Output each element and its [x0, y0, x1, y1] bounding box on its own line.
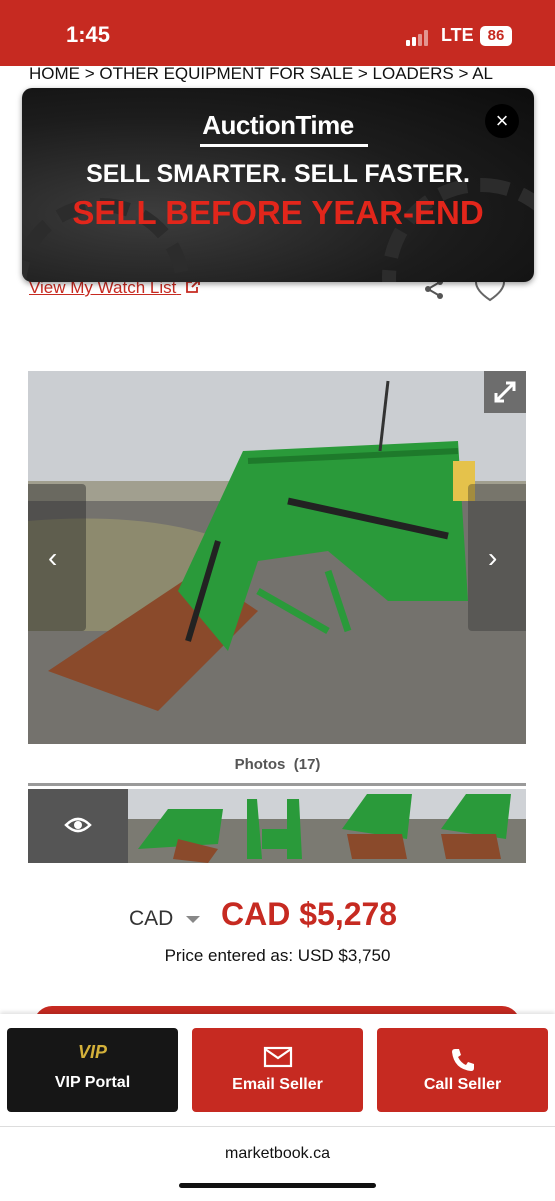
home-indicator[interactable] [179, 1183, 376, 1188]
auctiontime-logo: AuctionTime [202, 110, 354, 140]
thumbnail-photo[interactable] [326, 789, 427, 863]
call-seller-button[interactable]: Call Seller [377, 1028, 548, 1112]
auctiontime-ad[interactable]: AuctionTime SELL SMARTER. SELL FASTER. S… [22, 88, 534, 282]
logo-underline [200, 144, 368, 147]
photos-count-label: Photos (17) [0, 756, 555, 773]
mail-icon [192, 1046, 363, 1073]
main-photo[interactable] [28, 371, 526, 744]
price-entered-as: Price entered as: USD $3,750 [164, 946, 391, 965]
thumbnail-divider [28, 783, 526, 786]
vip-icon: VIP [77, 1042, 107, 1062]
phone-icon [377, 1046, 548, 1079]
thumbnail-photo[interactable] [227, 789, 327, 863]
chevron-right-icon: › [488, 542, 498, 573]
photos-label-text: Photos [234, 756, 286, 773]
status-time: 1:45 [66, 22, 111, 47]
thumbnail-view-all[interactable] [28, 789, 128, 863]
chevron-left-icon: ‹ [48, 542, 58, 573]
network-type: LTE [441, 25, 474, 45]
breadcrumb[interactable]: HOME > OTHER EQUIPMENT FOR SALE > LOADER… [29, 64, 555, 84]
thumbnail-photo[interactable] [127, 789, 228, 863]
thumbnail-strip [28, 789, 526, 863]
bottom-action-bar: VIP VIP Portal Email Seller Call Seller [0, 1014, 555, 1126]
url-domain[interactable]: marketbook.ca [0, 1145, 555, 1163]
eye-icon [64, 817, 92, 833]
browser-footer: marketbook.ca [0, 1126, 555, 1201]
next-photo-button[interactable]: › [468, 484, 526, 631]
loader-photo-image [28, 371, 526, 744]
vip-portal-label: VIP Portal [54, 1074, 131, 1091]
call-seller-label: Call Seller [423, 1076, 502, 1093]
price-value: CAD $5,278 [221, 896, 398, 932]
thumbnail-photo[interactable] [426, 789, 526, 863]
email-seller-button[interactable]: Email Seller [192, 1028, 363, 1112]
expand-photo-button[interactable] [484, 371, 526, 413]
ad-subheadline: SELL BEFORE YEAR-END [72, 194, 484, 231]
expand-icon [494, 381, 516, 403]
photos-count: (17) [293, 756, 321, 773]
vip-portal-button[interactable]: VIP VIP Portal [7, 1028, 178, 1112]
status-bar: 1:45 LTE 86 [0, 0, 555, 66]
email-seller-label: Email Seller [232, 1076, 323, 1093]
previous-photo-button[interactable]: ‹ [28, 484, 86, 631]
ad-headline: SELL SMARTER. SELL FASTER. [86, 160, 470, 188]
close-ad-button[interactable]: × [485, 104, 519, 138]
battery-icon: 86 [480, 26, 512, 46]
currency-value: CAD [129, 907, 174, 930]
caret-down-icon [186, 916, 200, 923]
